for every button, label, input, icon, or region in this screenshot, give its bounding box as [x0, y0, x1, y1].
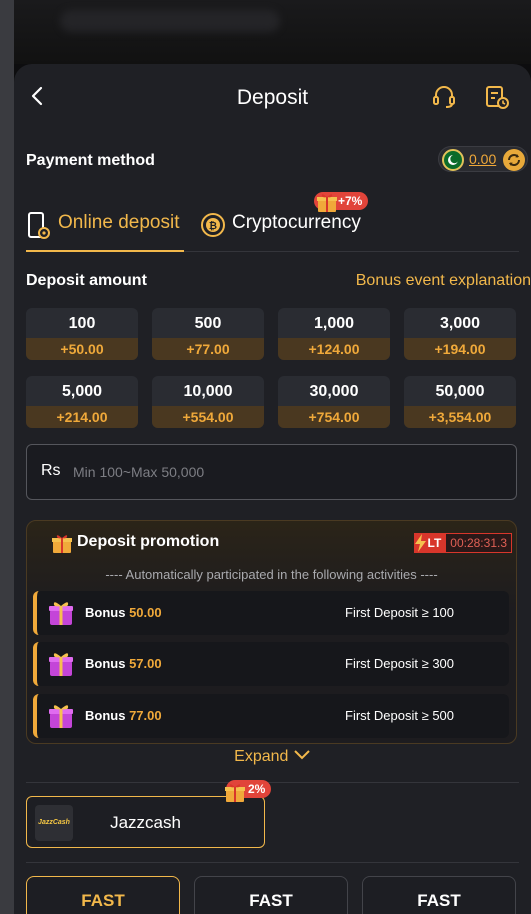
- promotion-timer: 00:28:31.3: [445, 533, 512, 553]
- bitcoin-icon: ₿: [201, 213, 225, 237]
- limited-time-badge: LT 00:28:31.3: [413, 533, 512, 553]
- amount-chip-grid: 100 +50.00 500 +77.00 1,000 +124.00 3,000 +1…: [26, 308, 518, 428]
- chip-value: 3,000: [439, 315, 481, 332]
- promotion-item: Bonus 77.00 First Deposit ≥ 500: [33, 694, 509, 738]
- chip-bonus: +3,554.00: [404, 406, 516, 428]
- promotion-title: Deposit promotion: [77, 533, 220, 550]
- chevron-down-icon: [294, 750, 310, 760]
- bonus-label: Bonus: [85, 656, 126, 671]
- amount-chip[interactable]: 5,000 +214.00: [26, 376, 138, 428]
- bonus-tag-text: +7%: [338, 194, 363, 208]
- bonus-value: 77.00: [129, 708, 162, 723]
- phone-icon: [28, 212, 50, 239]
- promotion-condition: First Deposit ≥ 500: [345, 708, 455, 723]
- amount-chip[interactable]: 1,000 +124.00: [278, 308, 390, 360]
- gift-icon: [52, 535, 72, 553]
- tab-label: Cryptocurrency: [232, 212, 361, 233]
- tab-online-deposit[interactable]: Online deposit: [26, 212, 184, 252]
- deposit-type-tabs: Online deposit ₿ Cryptocurrency: [26, 204, 519, 252]
- balance-amount: 0.00: [469, 151, 497, 167]
- chip-bonus: +214.00: [26, 406, 138, 428]
- deposit-promotion-card: Deposit promotion LT 00:28:31.3 ---- Aut…: [26, 520, 517, 744]
- scrollbar-track: [0, 0, 14, 914]
- promotion-item: Bonus 57.00 First Deposit ≥ 300: [33, 642, 509, 686]
- chip-value: 100: [68, 315, 96, 332]
- channel-option[interactable]: FAST: [194, 876, 348, 914]
- deposit-header: Deposit: [14, 64, 531, 130]
- promotion-bonus-label: Bonus 50.00: [85, 605, 162, 620]
- amount-input-box: Rs: [26, 444, 517, 500]
- divider: [26, 862, 519, 863]
- amount-chip[interactable]: 30,000 +754.00: [278, 376, 390, 428]
- promotion-condition: First Deposit ≥ 300: [345, 656, 455, 671]
- expand-button[interactable]: Expand: [14, 748, 531, 766]
- gift-icon: [49, 705, 73, 728]
- gift-icon: [49, 653, 73, 676]
- chip-value: 500: [194, 315, 222, 332]
- tab-label: Online deposit: [58, 212, 180, 233]
- bonus-event-link[interactable]: Bonus event explanation: [356, 272, 531, 290]
- expand-label: Expand: [234, 748, 289, 765]
- deposit-panel: Deposit Payment method 0.00 Online depos…: [14, 64, 531, 914]
- payment-method-label: Payment method: [26, 152, 155, 169]
- gift-icon: [317, 194, 337, 212]
- pakistan-flag-icon: [442, 149, 464, 171]
- deposit-amount-label: Deposit amount: [26, 272, 147, 289]
- channel-option[interactable]: FAST: [26, 876, 180, 914]
- method-name: Jazzcash: [110, 813, 181, 832]
- promotion-condition: First Deposit ≥ 100: [345, 605, 455, 620]
- channel-option[interactable]: FAST: [362, 876, 516, 914]
- gift-icon: [225, 784, 245, 802]
- lightning-icon: [414, 534, 426, 552]
- amount-chip[interactable]: 500 +77.00: [152, 308, 264, 360]
- chip-value: 1,000: [313, 315, 355, 332]
- chip-value: 5,000: [61, 383, 103, 400]
- lt-text: LT: [427, 536, 442, 550]
- chip-value: 50,000: [435, 383, 485, 400]
- background-page-header: [0, 0, 531, 64]
- chip-value: 10,000: [183, 383, 233, 400]
- deposit-history-icon[interactable]: [484, 84, 510, 110]
- bonus-value: 50.00: [129, 605, 162, 620]
- amount-chip[interactable]: 3,000 +194.00: [404, 308, 516, 360]
- gift-icon: [49, 602, 73, 625]
- customer-service-icon[interactable]: [431, 84, 457, 110]
- chip-bonus: +77.00: [152, 338, 264, 360]
- refresh-balance-icon[interactable]: [503, 149, 525, 171]
- amount-input[interactable]: [73, 457, 493, 487]
- lt-badge: LT: [413, 533, 446, 553]
- chip-bonus: +124.00: [278, 338, 390, 360]
- balance-pill[interactable]: 0.00: [438, 146, 528, 172]
- promotion-subtitle: ---- Automatically participated in the f…: [105, 567, 438, 582]
- amount-chip[interactable]: 10,000 +554.00: [152, 376, 264, 428]
- promotion-bonus-label: Bonus 57.00: [85, 656, 162, 671]
- blurred-banner: [60, 10, 280, 32]
- chip-bonus: +754.00: [278, 406, 390, 428]
- chip-bonus: +194.00: [404, 338, 516, 360]
- bonus-value: 57.00: [129, 656, 162, 671]
- promotion-bonus-label: Bonus 77.00: [85, 708, 162, 723]
- bonus-label: Bonus: [85, 605, 126, 620]
- currency-symbol: Rs: [41, 462, 61, 479]
- amount-chip[interactable]: 100 +50.00: [26, 308, 138, 360]
- chip-value: 30,000: [309, 383, 359, 400]
- deposit-amount-header: Deposit amount Bonus event explanation: [26, 272, 531, 294]
- chip-bonus: +554.00: [152, 406, 264, 428]
- amount-chip[interactable]: 50,000 +3,554.00: [404, 376, 516, 428]
- method-bonus-text: 2%: [248, 782, 266, 796]
- svg-text:₿: ₿: [209, 220, 217, 232]
- tab-cryptocurrency[interactable]: ₿ Cryptocurrency: [200, 212, 370, 252]
- bonus-label: Bonus: [85, 708, 126, 723]
- chip-bonus: +50.00: [26, 338, 138, 360]
- divider: [26, 782, 519, 783]
- promotion-item: Bonus 50.00 First Deposit ≥ 100: [33, 591, 509, 635]
